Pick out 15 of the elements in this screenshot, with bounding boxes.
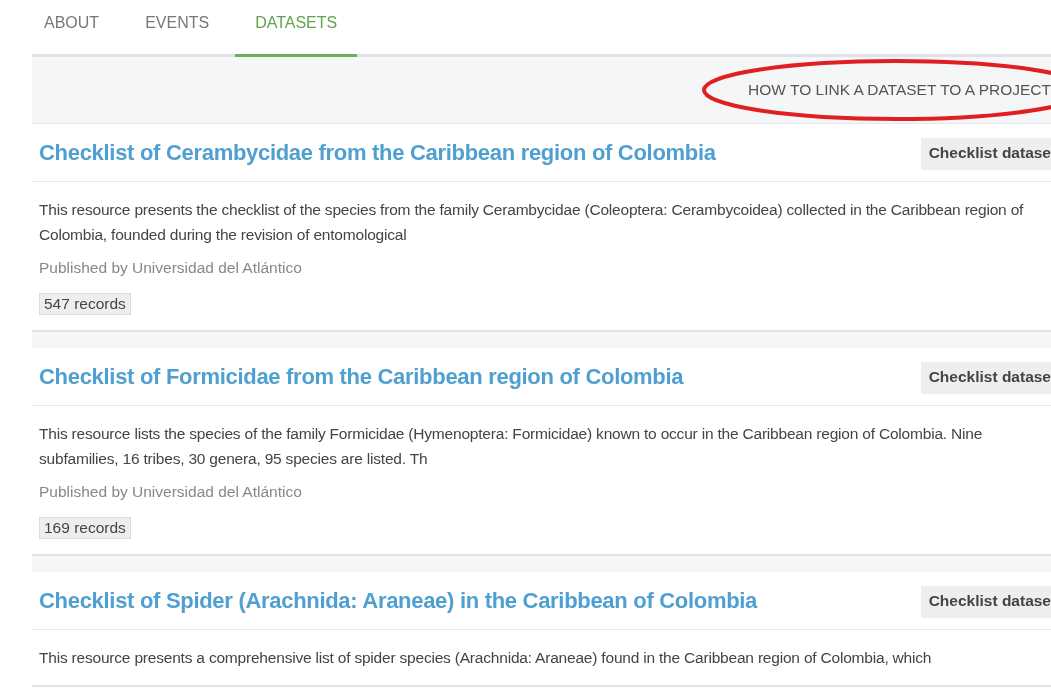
dataset-description: This resource lists the species of the family Formicidae (Hymenoptera: Formicidae) known to occur in the Caribbean region of Colombia. Nine subfamilies, 16 tribes, 30 genera, 95 species are listed. Th bbox=[39, 424, 984, 469]
dataset-type-tag: Checklist datase bbox=[920, 586, 1051, 618]
dataset-description: This resource presents a comprehensive list of spider species (Arachnida: Araneae) found in the Caribbean region of Colombia, which bbox=[39, 648, 933, 668]
dataset-description: This resource presents the checklist of the species from the family Cerambycidae (Coleoptera: Cerambycoidea) collected in the Caribbean region of Colombia, founded during the revision of entomological bbox=[39, 200, 1025, 245]
records-count: 547 records bbox=[39, 293, 131, 315]
publisher-text: Published by Universidad del Atlántico bbox=[39, 483, 303, 501]
publisher-text: Published by Universidad del Atlántico bbox=[39, 259, 303, 277]
dataset-title-link[interactable]: Checklist of Cerambycidae from the Caribbean region of Colombia bbox=[39, 139, 716, 166]
dataset-type-tag: Checklist datase bbox=[920, 138, 1051, 170]
dataset-type-tag: Checklist datase bbox=[920, 362, 1051, 394]
dataset-title-link[interactable]: Checklist of Formicidae from the Caribbean region of Colombia bbox=[39, 363, 684, 390]
tab[interactable]: ABOUT bbox=[44, 0, 100, 57]
records-count: 169 records bbox=[39, 517, 131, 539]
dataset-title-link[interactable]: Checklist of Spider (Arachnida: Araneae) in the Caribbean of Colombia bbox=[39, 587, 758, 614]
tab[interactable]: EVENTS bbox=[145, 0, 210, 57]
